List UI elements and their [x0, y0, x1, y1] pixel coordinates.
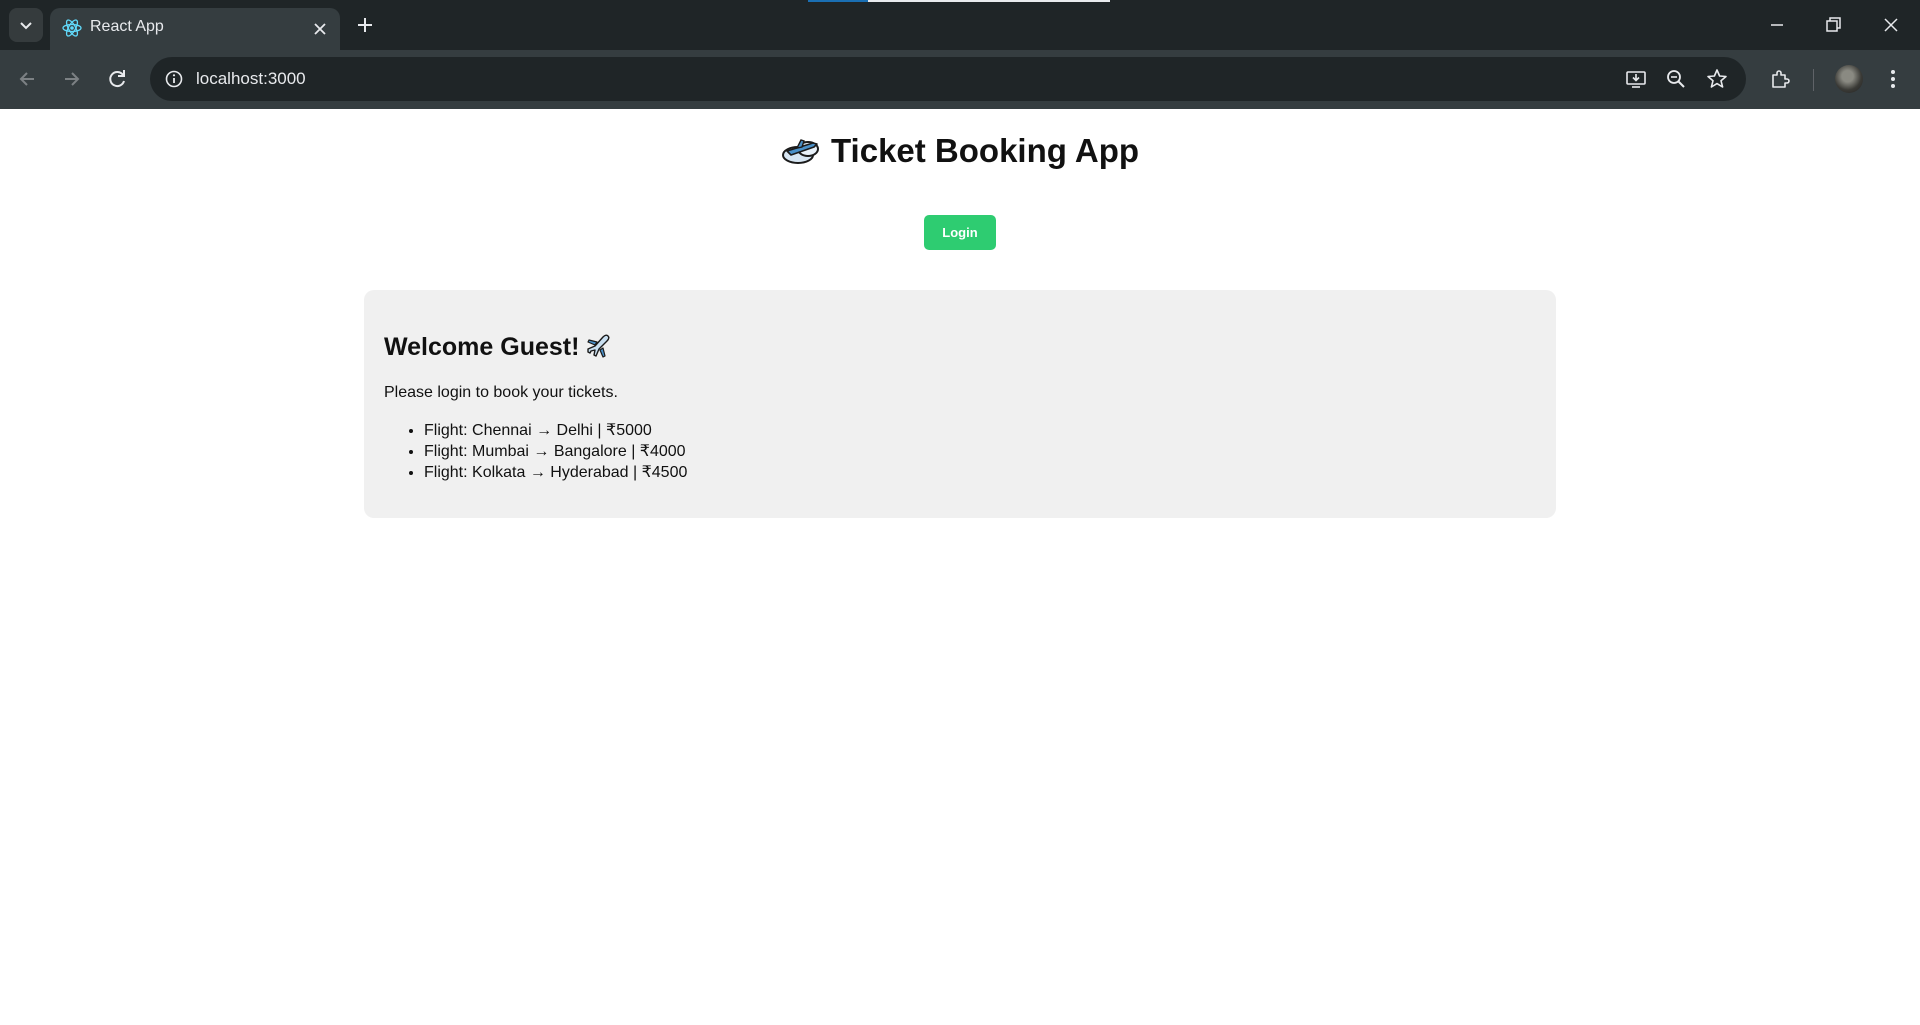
chevron-down-icon: [20, 22, 32, 30]
forward-arrow-icon[interactable]: [58, 65, 86, 93]
close-window-icon[interactable]: [1878, 12, 1904, 38]
page-viewport: Ticket Booking App Login Welcome Guest! …: [0, 109, 1920, 1025]
reload-icon[interactable]: [103, 65, 131, 93]
app-title-text: Ticket Booking App: [830, 132, 1140, 169]
info-icon: [165, 70, 183, 88]
url-text[interactable]: localhost:3000: [196, 69, 306, 89]
flight-list: Flight: Chennai → Delhi | ₹5000 Flight: …: [384, 420, 687, 483]
menu-dots-icon[interactable]: [1880, 66, 1906, 92]
welcome-heading-text: Welcome Guest!: [384, 333, 580, 361]
browser-toolbar: localhost:3000: [0, 50, 1920, 109]
flight-item: Flight: Mumbai → Bangalore | ₹4000: [424, 441, 687, 462]
login-button[interactable]: Login: [924, 215, 996, 250]
zoom-out-icon[interactable]: [1664, 67, 1688, 91]
tab-title: React App: [90, 18, 164, 35]
flight-item: Flight: Kolkata → Hyderabad | ₹4500: [424, 462, 687, 483]
plane-and-cloud-icon: [781, 139, 819, 164]
restore-icon[interactable]: [1820, 12, 1846, 38]
minimize-icon[interactable]: [1764, 12, 1790, 38]
back-arrow-icon[interactable]: [13, 65, 41, 93]
tab-strip: React App: [0, 0, 1920, 50]
tab-search-button[interactable]: [9, 8, 43, 42]
login-prompt: Please login to book your tickets.: [384, 384, 618, 401]
loading-indicator-track: [868, 0, 1110, 2]
site-info-button[interactable]: [160, 65, 188, 93]
extensions-icon[interactable]: [1768, 66, 1794, 92]
welcome-heading: Welcome Guest!: [384, 332, 613, 362]
address-bar[interactable]: localhost:3000: [150, 57, 1746, 101]
react-logo-icon: [62, 19, 82, 37]
install-app-icon[interactable]: [1624, 67, 1648, 91]
welcome-card: Welcome Guest! Please login to book your…: [364, 290, 1556, 518]
loading-indicator: [808, 0, 868, 2]
browser-tab[interactable]: React App: [50, 8, 340, 50]
close-icon[interactable]: [310, 19, 330, 39]
airplane-icon: [587, 334, 610, 358]
new-tab-icon[interactable]: [352, 12, 378, 38]
toolbar-divider: [1813, 69, 1814, 91]
app-title: Ticket Booking App: [0, 132, 1920, 170]
star-icon[interactable]: [1705, 67, 1729, 91]
flight-item: Flight: Chennai → Delhi | ₹5000: [424, 420, 687, 441]
profile-avatar[interactable]: [1835, 65, 1863, 93]
